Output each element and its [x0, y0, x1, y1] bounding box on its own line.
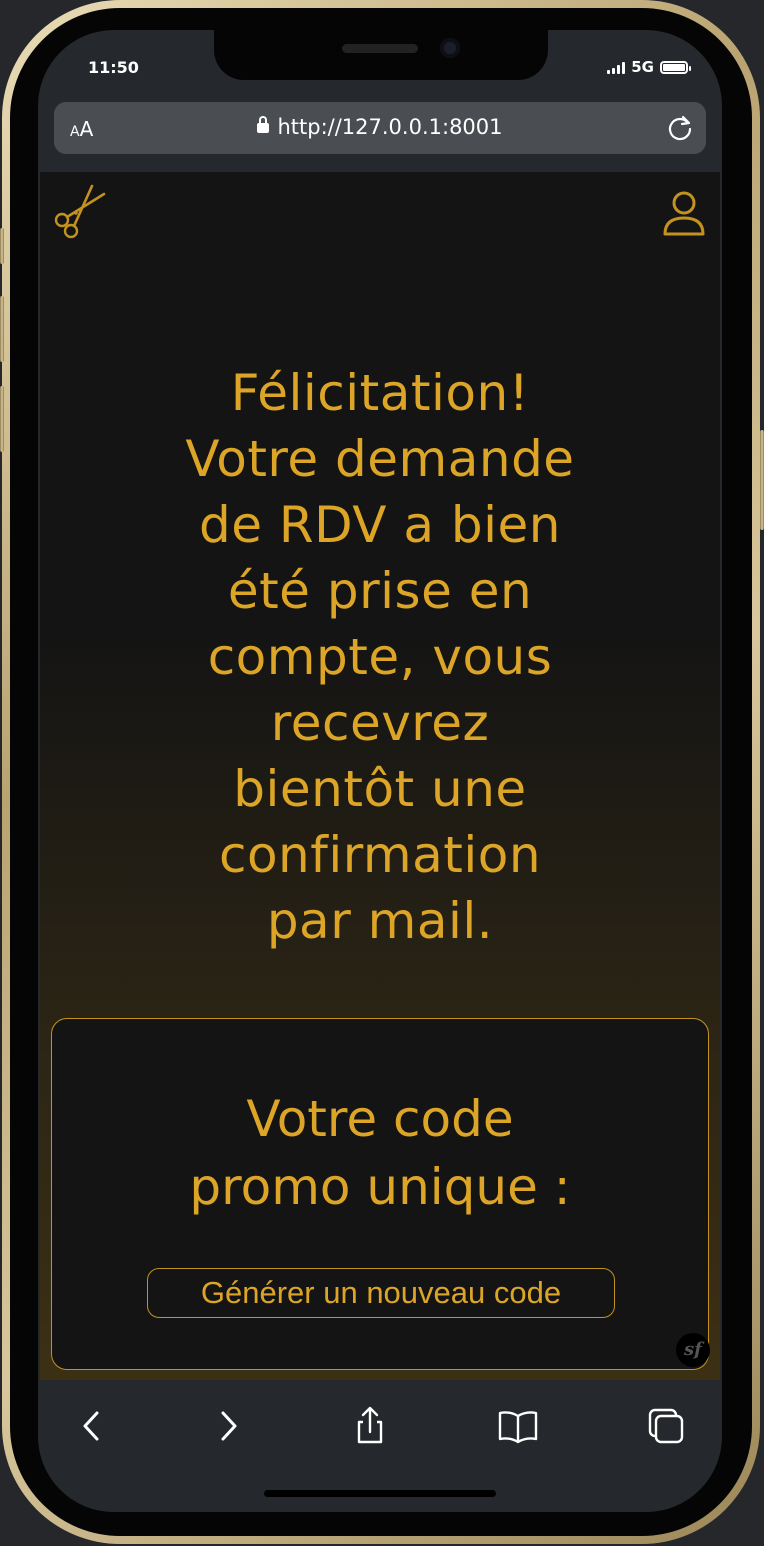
scissors-icon[interactable]: [48, 182, 108, 242]
side-button-power: [760, 430, 764, 530]
url-display[interactable]: http://127.0.0.1:8001: [54, 115, 706, 139]
camera: [440, 38, 460, 58]
chevron-left-icon[interactable]: [70, 1404, 114, 1448]
speaker: [342, 44, 418, 53]
book-icon[interactable]: [496, 1404, 540, 1448]
promo-code-card: Votre code promo unique : Générer un nou…: [51, 1018, 710, 1370]
reload-icon[interactable]: [666, 114, 694, 142]
network-label: 5G: [631, 58, 654, 76]
generate-code-button[interactable]: Générer un nouveau code: [147, 1268, 615, 1318]
web-content: Félicitation! Votre demande de RDV a bie…: [40, 172, 720, 1380]
signal-icon: [607, 61, 626, 74]
phone-screen: 11:50 5G AA http://127.0.0.1:8001 Félici…: [38, 30, 722, 1512]
url-text: http://127.0.0.1:8001: [277, 115, 503, 139]
home-indicator: [264, 1490, 496, 1497]
lock-icon: [257, 116, 270, 133]
side-button-volume-down: [0, 386, 4, 452]
side-button-volume-up: [0, 296, 4, 362]
battery-icon: [660, 60, 691, 74]
share-icon[interactable]: [348, 1404, 392, 1448]
promo-title: Votre code promo unique :: [189, 1090, 571, 1216]
confirmation-message: Félicitation! Votre demande de RDV a bie…: [185, 364, 575, 950]
side-button-silent: [0, 228, 4, 264]
notch: [214, 30, 548, 80]
browser-toolbar: [38, 1380, 722, 1512]
chevron-right-icon[interactable]: [206, 1404, 250, 1448]
status-indicators: 5G: [607, 58, 691, 76]
user-icon[interactable]: [662, 190, 706, 238]
status-time: 11:50: [88, 58, 139, 77]
tabs-icon[interactable]: [644, 1404, 688, 1448]
symfony-debug-toolbar-icon[interactable]: sf: [676, 1333, 710, 1367]
address-bar[interactable]: AA http://127.0.0.1:8001: [54, 102, 706, 154]
